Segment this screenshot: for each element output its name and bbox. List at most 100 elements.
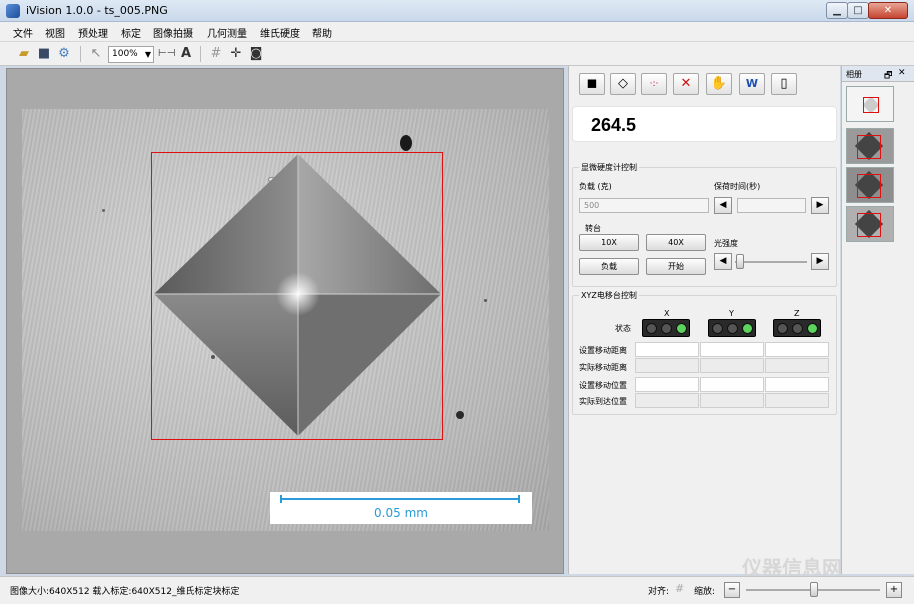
debris-spot (400, 135, 412, 151)
album-title: 相册 (846, 70, 862, 79)
zoom-label: 缩放: (694, 587, 716, 597)
text-tool-icon[interactable]: A (178, 46, 194, 62)
maximize-button[interactable]: □ (847, 2, 869, 19)
light-decrease-button[interactable]: ◀ (714, 253, 732, 270)
measurement-box[interactable] (151, 152, 443, 440)
status-light (807, 323, 818, 334)
zoom-select[interactable]: 100% ▼ (108, 46, 154, 63)
menu-view[interactable]: 视图 (45, 25, 65, 40)
row-label-actual-distance: 实际移动距离 (579, 363, 627, 372)
menu-capture[interactable]: 图像拍摄 (153, 25, 193, 40)
window-title: iVision 1.0.0 - ts_005.PNG (26, 4, 168, 17)
objective-10x-button[interactable]: 10X (579, 234, 639, 251)
light-increase-button[interactable]: ▶ (811, 253, 829, 270)
save-icon[interactable]: ■ (36, 46, 52, 62)
status-light (792, 323, 803, 334)
zoom-value: 100% (112, 49, 138, 59)
y-actual-distance (700, 358, 764, 373)
row-label-actual-position: 实际到达位置 (579, 397, 627, 406)
camera-icon[interactable]: ◼ (579, 73, 605, 95)
close-button[interactable]: ✕ (868, 2, 908, 19)
album-thumbnail[interactable] (846, 128, 894, 164)
menu-geometry[interactable]: 几何测量 (207, 25, 247, 40)
grid-icon[interactable]: # (208, 46, 224, 62)
menu-preprocess[interactable]: 预处理 (78, 25, 108, 40)
debris-spot (102, 209, 105, 212)
zoom-slider-thumb[interactable] (810, 582, 818, 597)
hold-time-input[interactable] (737, 198, 806, 213)
status-light (712, 323, 723, 334)
album-header: 相册 🗗 ✕ (842, 66, 914, 82)
ruler-icon[interactable]: ⊢⊣ (158, 46, 175, 62)
menu-vickers[interactable]: 维氏硬度 (260, 25, 300, 40)
control-panel: ◼ ◇ ·:· ✕ ✋ W ▯ 264.5 显微硬度计控制 负载 (克) 保荷时… (568, 66, 840, 574)
z-actual-distance (765, 358, 829, 373)
z-status-lights (773, 319, 821, 337)
y-status-lights (708, 319, 756, 337)
z-set-distance-input[interactable] (765, 342, 829, 357)
toolbar: ▰ ■ ⚙ ↖ 100% ▼ ⊢⊣ A # ✛ ◙ (0, 42, 914, 66)
x-status-lights (642, 319, 690, 337)
group-title: 显微硬度计控制 (579, 162, 639, 173)
album-thumbnail[interactable] (846, 206, 894, 242)
menu-bar: 文件 视图 预处理 标定 图像拍摄 几何测量 维氏硬度 帮助 (0, 22, 914, 42)
status-light (676, 323, 687, 334)
hardness-value: 264.5 (591, 115, 637, 135)
hold-time-label: 保荷时间(秒) (714, 182, 761, 191)
x-actual-distance (635, 358, 699, 373)
status-light (742, 323, 753, 334)
debris-spot (456, 411, 464, 419)
diamond-icon[interactable]: ◇ (610, 73, 636, 95)
y-set-distance-input[interactable] (700, 342, 764, 357)
hold-time-decrease-button[interactable]: ◀ (714, 197, 732, 214)
load-label: 负载 (克) (579, 182, 612, 191)
pointer-icon[interactable]: ↖ (88, 46, 104, 62)
thumb-box (857, 174, 881, 198)
x-set-distance-input[interactable] (635, 342, 699, 357)
objective-40x-button[interactable]: 40X (646, 234, 706, 251)
hand-icon[interactable]: ✋ (706, 73, 732, 95)
load-button[interactable]: 负载 (579, 258, 639, 275)
close-icon[interactable]: ✕ (898, 68, 906, 78)
word-export-icon[interactable]: W (739, 73, 765, 95)
chevron-down-icon: ▼ (144, 50, 151, 59)
zoom-out-icon[interactable]: − (724, 582, 740, 598)
z-set-position-input[interactable] (765, 377, 829, 392)
open-folder-icon[interactable]: ▰ (16, 46, 32, 62)
album-thumbnail[interactable] (846, 167, 894, 203)
thumb-box (863, 97, 879, 113)
minimize-button[interactable]: ▁ (826, 2, 848, 19)
dotted-diamond-icon[interactable]: ·:· (641, 73, 667, 95)
start-button[interactable]: 开始 (646, 258, 706, 275)
align-grid-icon[interactable]: # (675, 582, 684, 595)
float-icon[interactable]: 🗗 (884, 68, 892, 84)
blank-page-icon[interactable]: ▯ (771, 73, 797, 95)
hold-time-increase-button[interactable]: ▶ (811, 197, 829, 214)
settings-gear-icon[interactable]: ⚙ (56, 46, 72, 62)
menu-help[interactable]: 帮助 (312, 25, 332, 40)
scale-bar: 0.05 mm (270, 492, 532, 524)
light-slider-thumb[interactable] (736, 254, 744, 269)
axis-x-label: X (664, 309, 670, 318)
delete-x-icon[interactable]: ✕ (673, 73, 699, 95)
axis-y-label: Y (729, 309, 734, 318)
y-set-position-input[interactable] (700, 377, 764, 392)
title-bar: iVision 1.0.0 - ts_005.PNG ▁ □ ✕ (0, 0, 914, 22)
row-label-set-position: 设置移动位置 (579, 381, 627, 390)
y-actual-position (700, 393, 764, 408)
light-slider-track (735, 261, 807, 263)
crosshair-icon[interactable]: ✛ (228, 46, 244, 62)
debris-spot (484, 299, 487, 302)
x-actual-position (635, 393, 699, 408)
menu-file[interactable]: 文件 (13, 25, 33, 40)
zoom-in-icon[interactable]: + (886, 582, 902, 598)
align-label: 对齐: (648, 587, 670, 597)
album-thumbnail[interactable] (846, 86, 894, 122)
x-set-position-input[interactable] (635, 377, 699, 392)
camera-icon[interactable]: ◙ (248, 46, 264, 62)
scale-label: 0.05 mm (374, 506, 428, 520)
turret-label: 转台 (585, 224, 601, 233)
load-input[interactable]: 500 (579, 198, 709, 213)
menu-calibration[interactable]: 标定 (121, 25, 141, 40)
album-panel: 相册 🗗 ✕ (841, 66, 914, 574)
